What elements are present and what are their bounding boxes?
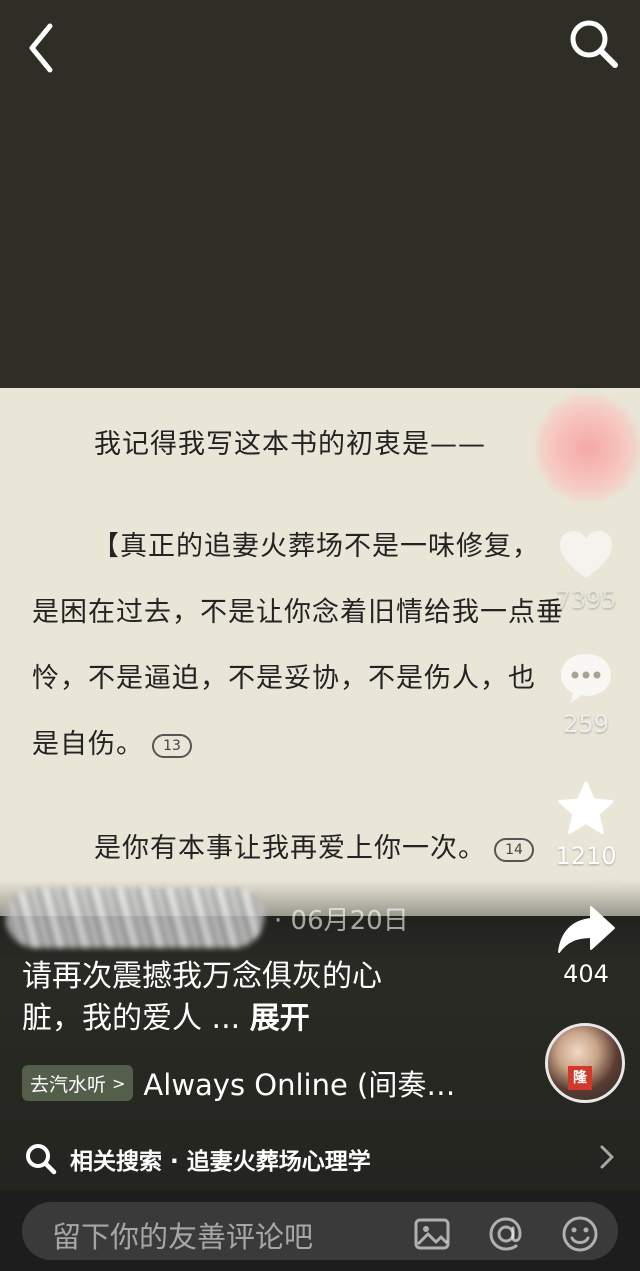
post-date: · 06月20日	[274, 906, 409, 936]
mention-icon[interactable]	[486, 1214, 526, 1254]
image-icon[interactable]	[412, 1214, 452, 1254]
comment-icon	[561, 654, 611, 703]
comment-placeholder: 留下你的友善评论吧	[52, 1220, 314, 1254]
book-line-2: 【真正的追妻火葬场不是一味修复，	[92, 531, 540, 562]
related-search-text: 相关搜索 · 追妻火葬场心理学	[70, 1149, 371, 1175]
back-button[interactable]	[22, 18, 66, 78]
caption-line-2-text: 脏，我的爱人 ...	[22, 1001, 241, 1036]
blurred-author-name[interactable]	[6, 888, 264, 948]
book-line-4: 怜，不是逼迫，不是妥协，不是伤人，也	[32, 663, 536, 694]
favorite-count: 1210	[555, 842, 617, 870]
like-count: 7395	[555, 586, 617, 614]
heart-icon	[560, 531, 612, 578]
share-count: 404	[563, 960, 609, 988]
book-line-6: 是你有本事让我再爱上你一次。 14	[94, 832, 534, 865]
share-arrow-icon	[558, 906, 615, 953]
music-title[interactable]: Always Online (间奏…	[143, 1062, 455, 1104]
comment-count: 259	[563, 710, 609, 738]
avatar-tag: 隆	[568, 1066, 592, 1090]
share-button[interactable]: 404	[548, 904, 624, 988]
chevron-right-icon: >	[112, 1073, 126, 1093]
author-row: · 06月20日	[0, 888, 540, 950]
blurred-profile-picture	[536, 394, 640, 502]
search-button[interactable]	[566, 16, 620, 70]
like-button[interactable]: 7395	[548, 528, 624, 614]
book-line-5-text: 是自伤。	[32, 729, 144, 760]
paragraph-comment-bubble[interactable]: 13	[152, 733, 192, 758]
emoji-icon[interactable]	[560, 1214, 600, 1254]
comment-bar: 留下你的友善评论吧	[0, 1190, 640, 1271]
chevron-left-icon	[29, 23, 53, 73]
related-search-bar[interactable]: 相关搜索 · 追妻火葬场心理学	[0, 1126, 640, 1190]
search-icon	[570, 20, 618, 68]
star-icon	[558, 781, 614, 834]
caption-line-2: 脏，我的爱人 ... 展开	[22, 998, 502, 1040]
music-row[interactable]: 去汽水听 > Always Online (间奏…	[22, 1062, 542, 1104]
search-icon	[26, 1144, 57, 1175]
listen-on-qishui-button[interactable]: 去汽水听 >	[22, 1065, 134, 1101]
paragraph-comment-bubble[interactable]: 14	[494, 837, 534, 862]
comment-button[interactable]: 259	[548, 650, 624, 738]
book-line-5: 是自伤。 13	[32, 728, 192, 761]
caption-line-1: 请再次震撼我万念俱灰的心	[22, 959, 382, 994]
expand-link[interactable]: 展开	[250, 1001, 310, 1036]
music-avatar[interactable]: 隆	[545, 1023, 625, 1103]
book-line-1: 我记得我写这本书的初衷是——	[94, 429, 486, 460]
video-top-area	[0, 0, 640, 388]
chevron-right-icon	[600, 1145, 614, 1169]
book-line-6-text: 是你有本事让我再爱上你一次。	[94, 833, 486, 864]
listen-tag-label: 去汽水听	[30, 1073, 107, 1096]
watermark-label: 小红书	[594, 879, 622, 889]
book-line-3: 是困在过去，不是让你念着旧情给我一点垂	[32, 597, 564, 628]
favorite-button[interactable]: 1210	[548, 780, 624, 870]
comment-input[interactable]: 留下你的友善评论吧	[22, 1202, 618, 1260]
post-caption[interactable]: 请再次震撼我万念俱灰的心 脏，我的爱人 ... 展开	[22, 956, 502, 1040]
